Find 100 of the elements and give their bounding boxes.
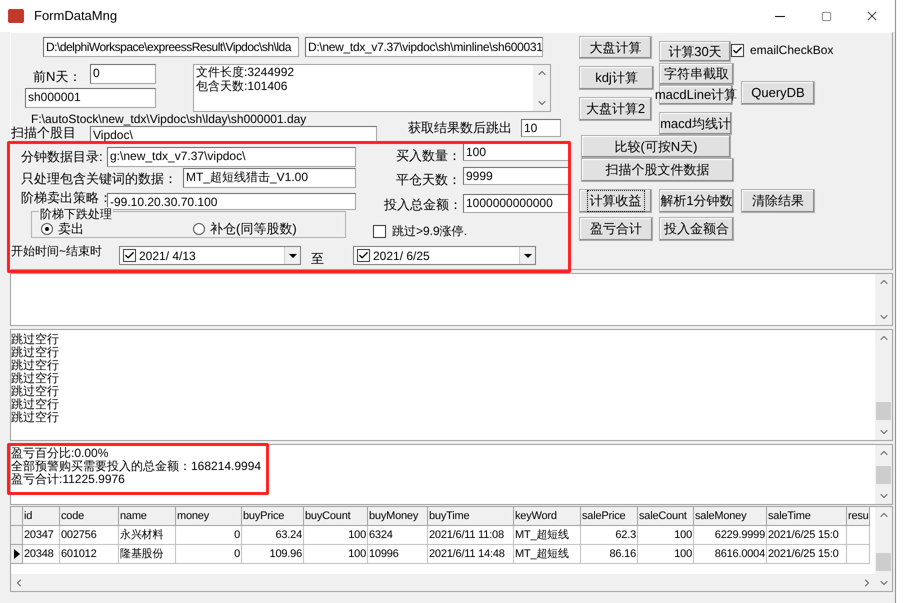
path-field[interactable]: D:\delphiWorkspace\expreessResult\Vipdoc\sh\lda — [43, 37, 299, 57]
days-field[interactable]: 0 — [90, 64, 156, 84]
table-cell: 2021/6/25 15:0 — [767, 526, 847, 545]
row-pointer-icon — [14, 549, 20, 559]
column-header[interactable]: buyCount — [304, 507, 368, 526]
column-header[interactable]: saleTime — [767, 507, 847, 526]
column-header[interactable]: saleCount — [638, 507, 694, 526]
action-button[interactable]: 比较(可按N天) — [581, 135, 731, 158]
action-button[interactable]: 计算30天 — [659, 41, 731, 62]
log-line: 跳过空行 — [11, 398, 60, 411]
checkbox[interactable] — [373, 224, 386, 238]
action-button[interactable]: 投入金额合 — [659, 217, 734, 241]
checkbox[interactable] — [731, 44, 744, 56]
column-header[interactable]: code — [60, 507, 119, 526]
window-title: FormDataMng — [34, 7, 118, 26]
path-field[interactable]: D:\new_tdx_v7.37\vipdoc\sh\minline\sh600031 — [305, 37, 543, 57]
table-cell: 100 — [638, 526, 694, 545]
action-button[interactable]: 大盘计算2 — [579, 97, 652, 121]
column-header[interactable]: money — [176, 507, 242, 526]
column-header[interactable]: salePrice — [581, 507, 638, 526]
column-header[interactable]: resu — [847, 507, 870, 526]
column-header[interactable]: buyPrice — [242, 507, 304, 526]
info-memo[interactable]: 文件长度:3244992 包含天数:101406 — [193, 64, 551, 112]
scroll-thumb[interactable] — [876, 553, 891, 571]
summary-line: 盈亏合计:11225.9976 — [11, 473, 126, 486]
table-cell: 2021/6/25 15:0 — [767, 545, 847, 564]
action-button[interactable]: kdj计算 — [579, 66, 654, 90]
log-line: 跳过空行 — [11, 385, 60, 398]
checkbox-label: 跳过>9.9涨停. — [392, 223, 468, 240]
check-icon — [732, 44, 743, 56]
radio-option[interactable]: 补仓(同等股数) — [193, 219, 297, 238]
table-cell: 62.3 — [581, 526, 638, 545]
action-button[interactable]: macd均线计 — [659, 112, 732, 135]
date-picker[interactable]: 2021/ 4/13 — [119, 246, 301, 265]
table-row[interactable]: 20348 601012 隆基股份 0 109.96 100 10996 2021/6/11 14:48 MT_超短线 86.16 100 8616.0004 2021/6/25 15:0 — [11, 545, 875, 564]
table-cell: 100 — [304, 526, 368, 545]
summary-memo[interactable]: 盈亏百分比:0.00% 全部预警购买需要投入的总金额：168214.9994 盈亏合计:11225.9976 — [10, 444, 893, 505]
action-button[interactable]: 计算收益 — [579, 189, 652, 213]
checkbox[interactable] — [357, 249, 370, 262]
column-header[interactable]: buyTime — [428, 507, 514, 526]
scrollbar[interactable] — [875, 445, 892, 504]
radio-button[interactable] — [41, 222, 53, 235]
dropdown-button[interactable] — [519, 247, 535, 264]
app-icon — [8, 9, 24, 23]
scan-dir-label: 扫描个股目 — [11, 126, 76, 140]
checkbox-label: emailCheckBox — [750, 42, 834, 59]
table-cell: 63.24 — [242, 526, 304, 545]
data-grid[interactable] — [10, 506, 893, 592]
table-cell: 0 — [176, 545, 242, 564]
checkbox[interactable] — [123, 249, 136, 262]
action-button[interactable]: QueryDB — [741, 81, 815, 105]
column-header[interactable]: saleMoney — [694, 507, 767, 526]
days-label: 前N天： — [33, 70, 82, 84]
setting-field[interactable]: 100 — [463, 143, 571, 161]
check-icon — [358, 250, 369, 261]
action-button[interactable]: 扫描个股文件数据 — [581, 158, 734, 182]
summary-line: 盈亏百分比:0.00% — [11, 447, 110, 460]
scroll-thumb[interactable] — [876, 402, 891, 420]
column-header[interactable]: id — [23, 507, 60, 526]
column-header[interactable]: keyWord — [514, 507, 581, 526]
scroll-thumb[interactable] — [876, 466, 891, 484]
table-cell: 0 — [176, 526, 242, 545]
setting-field[interactable]: g:\new_tdx_v7.37\vipdoc\ — [107, 147, 356, 167]
stock-code-field[interactable]: sh000001 — [25, 88, 156, 108]
table-cell: 2021/6/11 14:48 — [428, 545, 514, 564]
action-button[interactable]: 清除结果 — [741, 189, 815, 213]
table-cell: 86.16 — [581, 545, 638, 564]
column-header[interactable]: name — [119, 507, 176, 526]
setting-field[interactable]: -99.10.20.30.70.100 — [107, 193, 356, 210]
setting-field[interactable]: MT_超短线猎击_V1.00 — [183, 168, 356, 188]
setting-field[interactable]: 9999 — [463, 167, 571, 185]
maximize-icon — [820, 10, 832, 22]
scrollbar[interactable] — [533, 65, 550, 111]
log-line: 跳过空行 — [11, 411, 60, 424]
memo-box[interactable] — [10, 273, 893, 326]
action-button[interactable]: 解析1分钟数 — [659, 189, 734, 213]
column-header[interactable]: buyMoney — [368, 507, 428, 526]
setting-label: 只处理包含关键词的数据： — [21, 172, 177, 186]
action-button[interactable]: 盈亏合计 — [579, 217, 653, 241]
log-memo[interactable]: 跳过空行 跳过空行 跳过空行 跳过空行 跳过空行 跳过空行 跳过空行 — [10, 329, 893, 441]
setting-label: 平仓天数： — [396, 173, 461, 187]
dropdown-button[interactable] — [284, 247, 300, 264]
table-cell: 100 — [304, 545, 368, 564]
log-line: 跳过空行 — [11, 359, 60, 372]
radio-option[interactable]: 卖出 — [41, 219, 84, 238]
scrollbar[interactable] — [875, 274, 892, 325]
setting-label: 分钟数据目录: — [21, 150, 103, 164]
action-button[interactable]: 大盘计算 — [579, 36, 652, 59]
setting-field[interactable]: 1000000000000 — [463, 194, 571, 213]
scrollbar[interactable] — [875, 507, 892, 591]
scrollbar[interactable] — [875, 330, 892, 440]
stop-after-field[interactable]: 10 — [521, 119, 561, 137]
table-cell: 20348 — [23, 545, 60, 564]
table-cell: 8616.0004 — [694, 545, 767, 564]
radio-button[interactable] — [193, 222, 205, 235]
table-cell: 100 — [638, 545, 694, 564]
table-row[interactable]: 20347 002756 永兴材料 0 63.24 100 6324 2021/6/11 11:08 MT_超短线 62.3 100 6229.9999 2021/6/25 15:0 — [11, 526, 875, 545]
date-picker[interactable]: 2021/ 6/25 — [353, 246, 536, 265]
log-line: 跳过空行 — [11, 372, 60, 385]
action-button[interactable]: 字符串截取 — [659, 63, 734, 85]
